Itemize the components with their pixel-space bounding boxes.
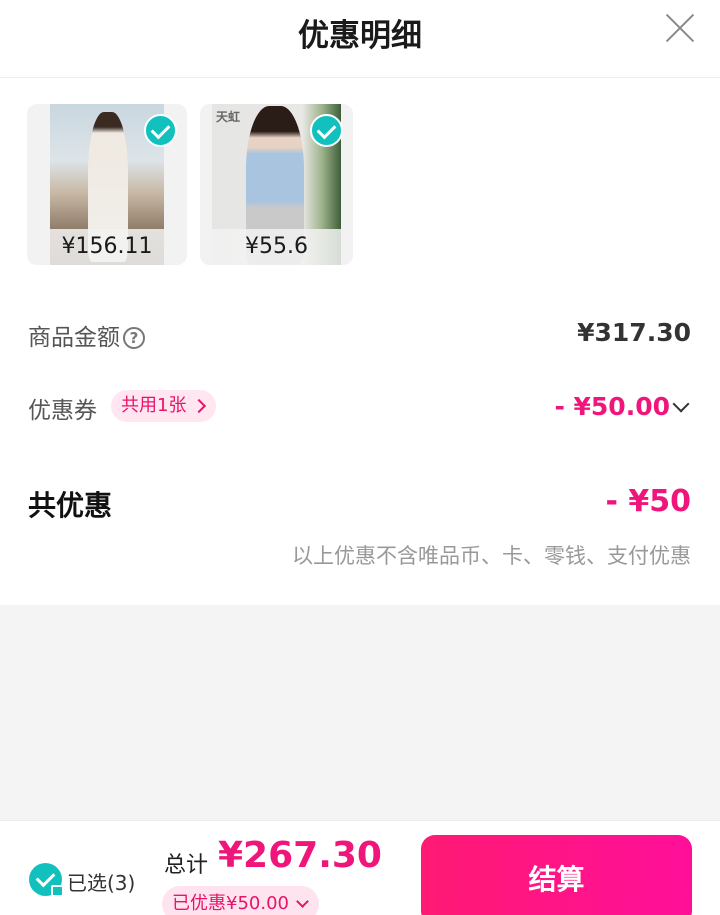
check-icon	[310, 114, 343, 147]
total-discount-value: - ¥50	[605, 484, 691, 519]
coupon-label: 优惠券	[28, 398, 97, 424]
discount-detail-sheet: 优惠明细 ¥156.11 天虹 ¥55.6 商品金额? ¥317.30 优惠券 …	[0, 0, 720, 605]
brand-logo: 天虹	[216, 110, 241, 124]
total-discount-label: 共优惠	[28, 489, 113, 522]
goods-amount-value: ¥317.30	[577, 318, 691, 347]
product-card-1[interactable]: ¥156.11	[27, 104, 187, 265]
sheet-header: 优惠明细	[0, 0, 720, 78]
checkout-button[interactable]: 结算	[421, 835, 692, 915]
discount-note: 以上优惠不含唯品币、卡、零钱、支付优惠	[292, 544, 691, 568]
coupon-value[interactable]: - ¥50.00	[554, 392, 670, 421]
total-price: ¥267.30	[218, 835, 382, 876]
saved-badge[interactable]: 已优惠¥50.00	[162, 886, 319, 915]
lock-icon	[51, 885, 64, 897]
product-card-2[interactable]: 天虹 ¥55.6	[200, 104, 353, 265]
selected-count[interactable]: 已选(3)	[67, 867, 135, 896]
coupon-badge[interactable]: 共用1张	[111, 390, 217, 422]
close-icon[interactable]	[664, 12, 696, 44]
goods-amount-row: 商品金额?	[28, 318, 145, 352]
check-icon	[144, 114, 177, 147]
goods-amount-label: 商品金额	[28, 325, 120, 351]
bottom-bar: 已选(3) 总计 ¥267.30 已优惠¥50.00 结算	[0, 820, 720, 915]
sheet-title: 优惠明细	[298, 18, 422, 54]
total-label: 总计	[164, 853, 209, 878]
product-price-1: ¥156.11	[27, 229, 187, 265]
chevron-down-icon[interactable]	[672, 395, 690, 413]
product-price-2: ¥55.6	[200, 229, 353, 265]
help-icon[interactable]: ?	[123, 327, 145, 349]
